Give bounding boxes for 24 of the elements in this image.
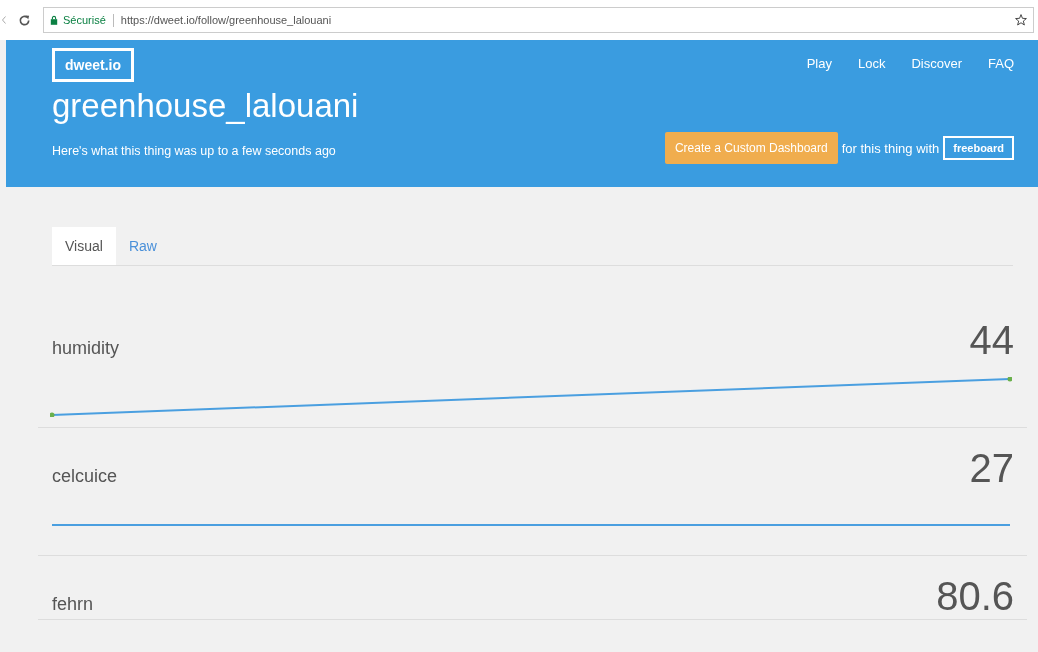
metric-name: humidity [52,338,120,359]
star-icon[interactable] [1015,14,1027,26]
logo[interactable]: dweet.io [52,48,134,82]
metric-name: fehrn [52,594,94,615]
metric-name: celcuice [52,466,118,487]
secure-label: Sécurisé [63,14,106,26]
tab[interactable]: Raw [115,227,170,265]
tab[interactable]: Visual [52,227,116,265]
subtitle: Here's what this thing was up to a few seconds ago [52,144,336,158]
nav-link[interactable]: Lock [857,55,886,71]
dashboard-button[interactable]: Create a Custom Dashboard [664,132,838,164]
nav-link[interactable]: FAQ [988,55,1014,71]
nav-link[interactable]: Discover [911,55,962,71]
thing-title: greenhouse_lalouani [52,86,360,126]
lock-icon [50,15,58,25]
metric-value: 27 [969,446,1014,491]
url-text: https://dweet.io/follow/greenhouse_lalouani [120,14,333,26]
reload-icon[interactable] [18,13,31,27]
dashboard-text: for this thing with [841,140,940,156]
metric-value: 44 [969,318,1014,363]
metric-value: 80.6 [936,574,1014,619]
nav-link[interactable]: Play [806,55,832,71]
address-bar[interactable]: Sécurisé https://dweet.io/follow/greenhouse_lalouani [43,7,1034,33]
freeboard-button[interactable]: freeboard [943,136,1014,160]
